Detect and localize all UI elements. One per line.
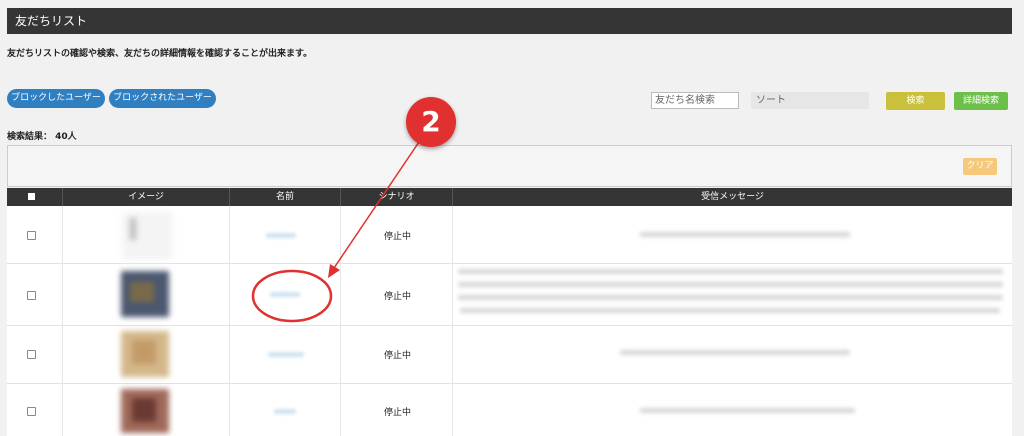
annotation-highlight-ellipse bbox=[251, 269, 333, 323]
arrow-head-icon bbox=[328, 264, 340, 278]
annotation-arrow bbox=[331, 138, 422, 272]
step-number-badge: 2 bbox=[406, 97, 456, 147]
annotation-overlay bbox=[251, 138, 422, 323]
